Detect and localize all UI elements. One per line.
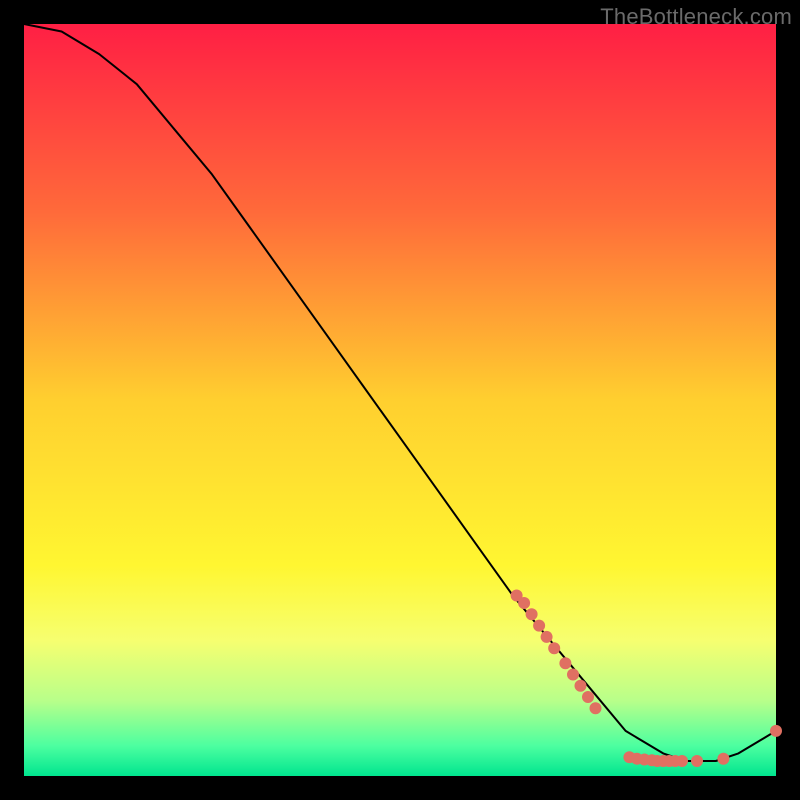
data-marker (575, 680, 587, 692)
chart-root: TheBottleneck.com (0, 0, 800, 800)
data-marker (541, 631, 553, 643)
chart-canvas (0, 0, 800, 800)
data-marker (676, 755, 688, 767)
data-marker (548, 642, 560, 654)
plot-background (24, 24, 776, 776)
data-marker (526, 608, 538, 620)
data-marker (717, 753, 729, 765)
data-marker (770, 725, 782, 737)
data-marker (590, 702, 602, 714)
data-marker (533, 620, 545, 632)
data-marker (567, 669, 579, 681)
watermark-text: TheBottleneck.com (600, 4, 792, 30)
data-marker (559, 657, 571, 669)
data-marker (582, 691, 594, 703)
data-marker (518, 597, 530, 609)
data-marker (691, 755, 703, 767)
